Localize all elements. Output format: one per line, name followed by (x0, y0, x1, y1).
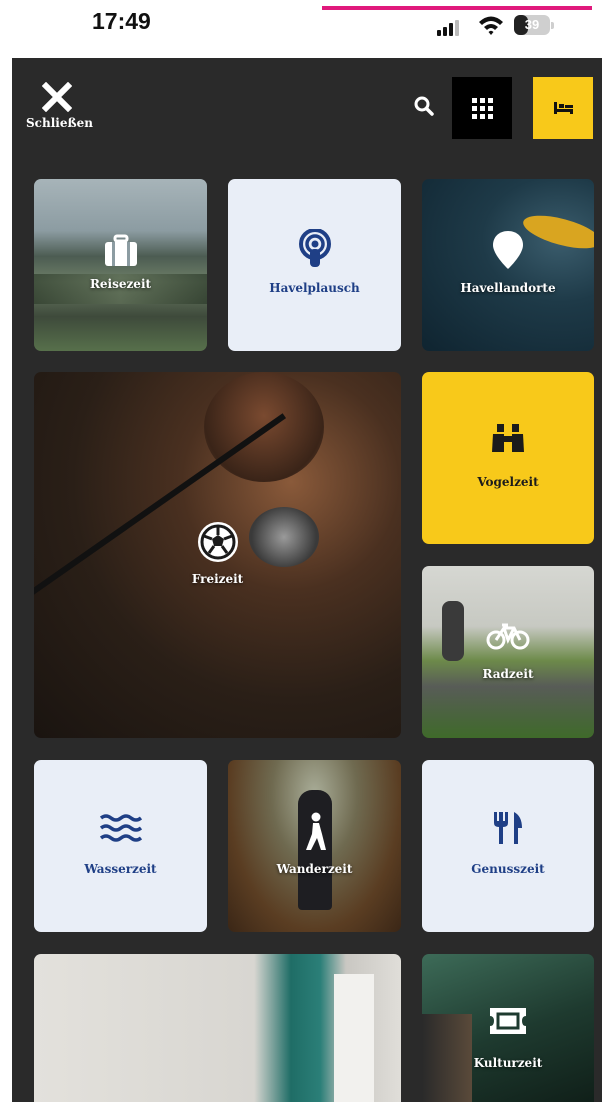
search-icon[interactable] (412, 94, 436, 118)
bed-icon (554, 102, 573, 114)
tile-vogelzeit[interactable]: Vogelzeit (422, 372, 594, 544)
grid-menu-icon (472, 98, 493, 119)
tile-label: Havelplausch (269, 281, 360, 295)
tile-bottom-photo[interactable] (34, 954, 401, 1102)
ticket-icon (490, 1008, 526, 1034)
fork-knife-icon (494, 812, 522, 844)
accommodation-button[interactable] (533, 77, 593, 139)
tile-label: Kulturzeit (473, 1056, 543, 1070)
tile-label: Havellandorte (460, 281, 556, 295)
close-label: Schließen (26, 116, 93, 130)
battery-level: 39 (524, 17, 540, 32)
paddle-blade (519, 209, 594, 255)
app-panel: Schließen Reisezeit Havelplausch Havella… (12, 58, 602, 1102)
soccer-ball-icon (197, 522, 238, 562)
tile-wanderzeit[interactable]: Wanderzeit (228, 760, 401, 932)
close-icon (42, 82, 72, 112)
podcast-icon (298, 229, 331, 267)
tile-label: Wasserzeit (84, 862, 157, 876)
grid-menu-button[interactable] (452, 77, 512, 139)
status-bar: 17:49 39 (0, 0, 602, 58)
hiker-icon (305, 812, 326, 850)
tile-label: Genusszeit (471, 862, 545, 876)
suitcase-icon (104, 234, 137, 266)
tile-label: Reisezeit (89, 277, 152, 291)
fishing-reel (249, 507, 319, 567)
status-time: 17:49 (92, 8, 151, 34)
tile-wasserzeit[interactable]: Wasserzeit (34, 760, 207, 932)
cyclist-figure (442, 601, 464, 661)
tile-genusszeit[interactable]: Genusszeit (422, 760, 594, 932)
bicycle-icon (486, 623, 530, 650)
tile-radzeit[interactable]: Radzeit (422, 566, 594, 738)
binoculars-icon (492, 424, 524, 452)
close-button[interactable]: Schließen (26, 82, 106, 132)
tile-kulturzeit[interactable]: Kulturzeit (422, 954, 594, 1102)
map-pin-icon (493, 231, 523, 269)
tile-reisezeit[interactable]: Reisezeit (34, 179, 207, 351)
tile-label: Wanderzeit (276, 862, 353, 876)
tile-havelplausch[interactable]: Havelplausch (228, 179, 401, 351)
wifi-icon (479, 16, 503, 35)
tile-label: Freizeit (191, 572, 244, 586)
tile-label: Radzeit (482, 667, 534, 681)
cellular-signal-icon (437, 20, 465, 36)
battery-icon: 39 (514, 15, 550, 35)
battery-cap (551, 22, 554, 29)
tile-havellandorte[interactable]: Havellandorte (422, 179, 594, 351)
tile-freizeit[interactable]: Freizeit (34, 372, 401, 738)
window (334, 974, 374, 1102)
accent-line (322, 6, 592, 10)
waves-icon (99, 814, 142, 842)
tile-label: Vogelzeit (477, 475, 539, 489)
